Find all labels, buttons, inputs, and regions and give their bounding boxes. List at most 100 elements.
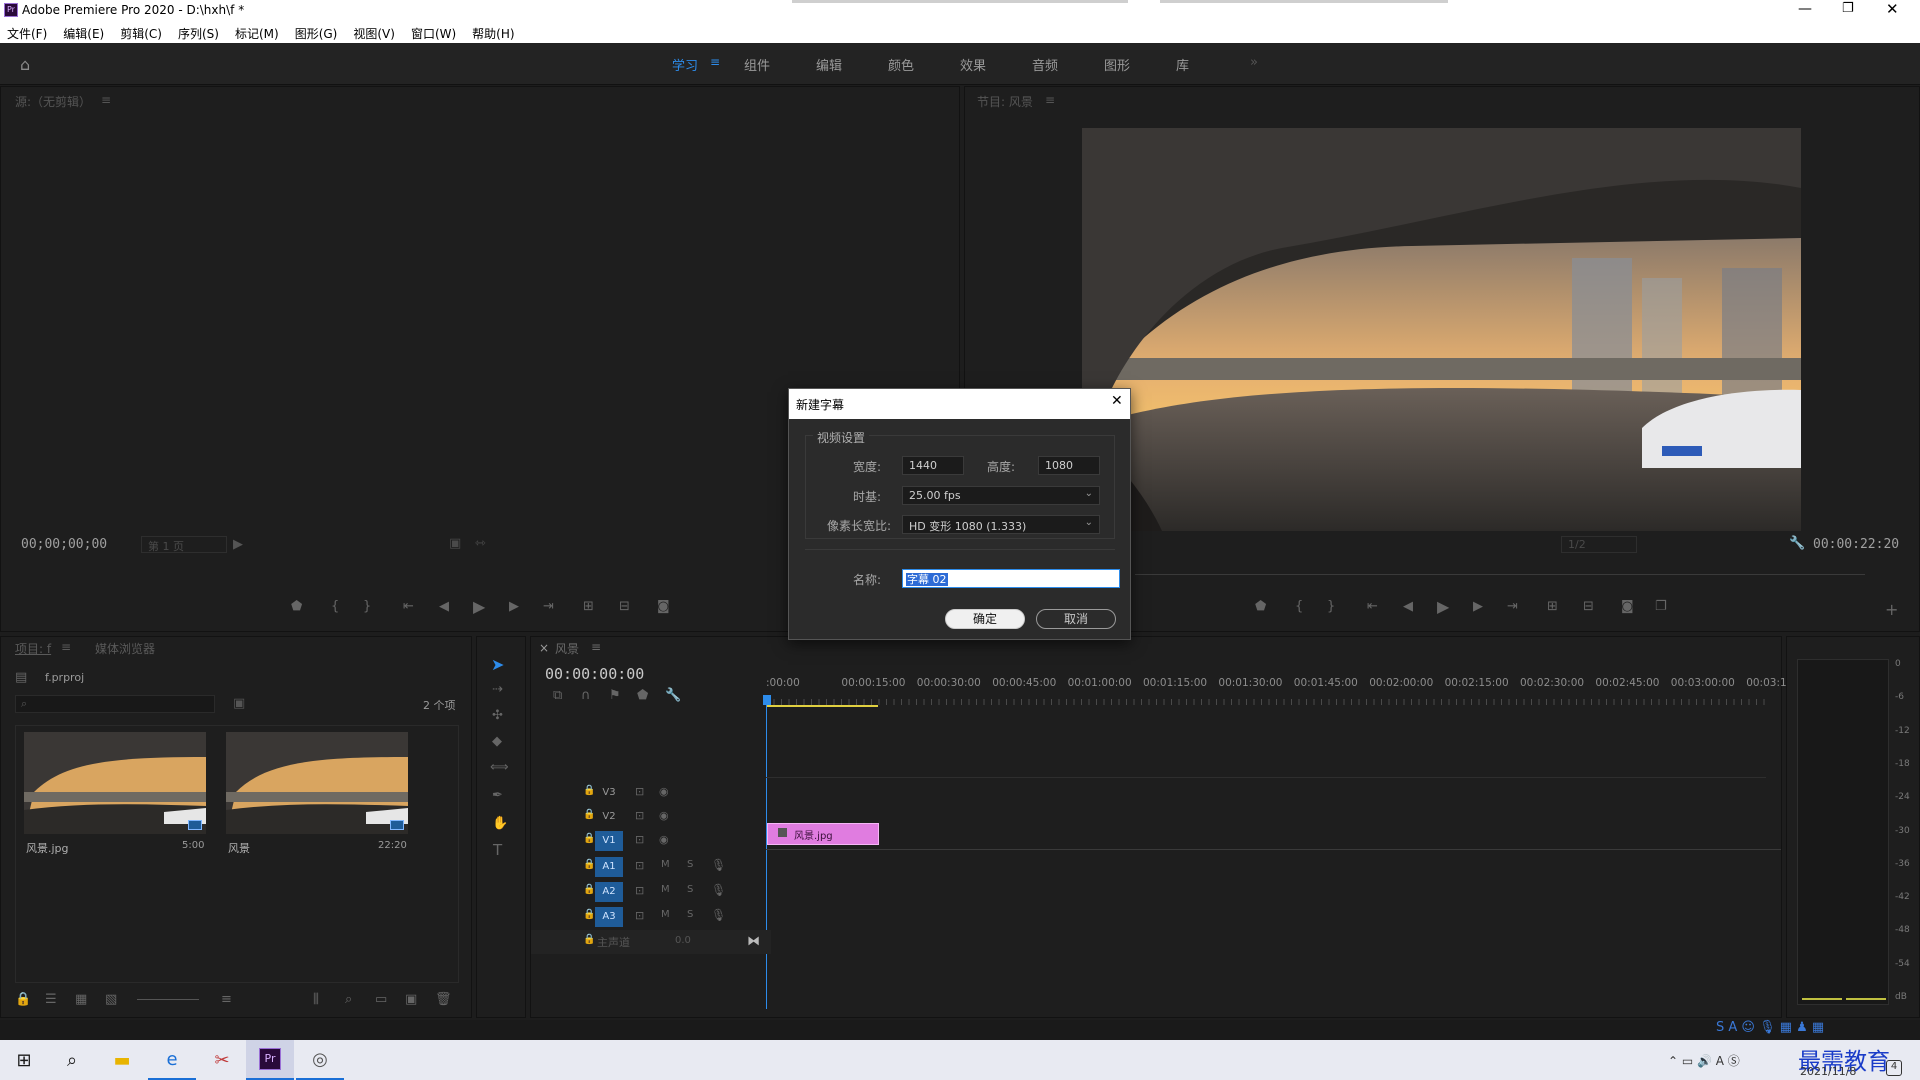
more-workspaces-icon[interactable]: » [1250,55,1258,70]
sequence-tab[interactable]: 风景 [555,640,579,657]
go-to-out-icon[interactable]: ⇥ [1507,600,1518,613]
source-timecode[interactable]: 00;00;00;00 [21,537,107,552]
eye-icon[interactable]: ◉ [659,810,669,821]
new-bin-icon[interactable]: ▭ [375,993,387,1006]
workspace-editing[interactable]: 编辑 [816,55,842,74]
go-to-end-icon[interactable]: ⧓ [747,935,760,948]
program-timecode[interactable]: 00:00:22:20 [1813,537,1899,552]
go-to-out-icon[interactable]: ⇥ [543,600,554,613]
overwrite-icon[interactable]: ⊟ [619,600,630,613]
menu-help[interactable]: 帮助(H) [472,25,514,42]
sync-lock-icon[interactable]: ⊡ [635,786,644,797]
width-input[interactable]: 1440 [902,456,964,475]
mute-icon[interactable]: M [661,860,670,870]
panel-menu-icon[interactable]: ≡ [61,640,71,654]
play-small-icon[interactable]: ▶ [233,538,243,551]
hand-tool-icon[interactable]: ✋ [492,817,508,830]
comparison-view-icon[interactable]: ❐ [1655,600,1667,613]
add-marker-icon[interactable]: ⚑ [609,689,621,702]
workspace-audio[interactable]: 音频 [1032,55,1058,74]
track-label-a3[interactable]: A3 [595,907,623,927]
solo-icon[interactable]: S [687,885,693,895]
automate-to-sequence-icon[interactable]: ⫼ [313,993,319,1006]
dialog-close-icon[interactable]: ✕ [1111,393,1123,409]
edge-icon[interactable]: e [148,1040,196,1080]
button-editor-icon[interactable]: ⇿ [475,537,486,550]
icon-view-icon[interactable]: ▦ [75,993,87,1006]
menu-view[interactable]: 视图(V) [353,25,395,42]
track-label-a2[interactable]: A2 [595,882,623,902]
search-icon[interactable]: ⌕ [48,1040,96,1080]
new-bin-icon[interactable]: ▣ [233,697,245,710]
workspace-learn[interactable]: 学习 [672,55,698,74]
ime-toolbar[interactable]: S A ☺ 🎙 ▦ ♟ ▦ [1716,1020,1824,1035]
add-button-icon[interactable]: + [1885,602,1898,618]
sync-lock-icon[interactable]: ⊡ [635,910,644,921]
file-explorer-icon[interactable]: ▬ [98,1040,146,1080]
height-input[interactable]: 1080 [1038,456,1100,475]
source-monitor-title[interactable]: 源:（无剪辑） [15,93,91,110]
export-frame-icon[interactable]: ◙ [657,600,670,613]
sync-lock-icon[interactable]: ⊡ [635,860,644,871]
workspace-graphics[interactable]: 图形 [1104,55,1130,74]
work-area-bar[interactable] [766,705,878,707]
menu-sequence[interactable]: 序列(S) [178,25,219,42]
lock-icon[interactable]: 🔒 [583,786,595,796]
clock-date[interactable]: 2021/11/8 [1800,1065,1856,1078]
track-label-v2[interactable]: V2 [595,807,623,827]
sort-icon[interactable]: ≡ [221,993,232,1006]
menu-edit[interactable]: 编辑(E) [63,25,104,42]
mute-icon[interactable]: M [661,910,670,920]
play-icon[interactable]: ▶ [473,599,485,615]
trash-icon[interactable]: 🗑 [435,993,452,1006]
project-item-thumbnail[interactable] [226,732,408,834]
wrench-icon[interactable]: 🔧 [1789,537,1805,550]
insert-icon[interactable]: ⊞ [583,600,594,613]
mark-out-icon[interactable]: } [363,600,371,613]
minimize-icon[interactable]: — [1798,1,1812,17]
sync-lock-icon[interactable]: ⊡ [635,810,644,821]
project-search-input[interactable] [15,695,215,713]
freeform-view-icon[interactable]: ▧ [105,993,117,1006]
mark-in-icon[interactable]: { [331,600,339,613]
menu-marker[interactable]: 标记(M) [235,25,279,42]
snipping-icon[interactable]: ✂ [198,1040,246,1080]
ripple-edit-tool-icon[interactable]: ✣ [492,709,503,722]
solo-icon[interactable]: S [687,860,693,870]
zoom-slider[interactable] [137,999,199,1000]
program-monitor-title[interactable]: 节目: 风景 [977,93,1033,110]
slip-tool-icon[interactable]: ⟺ [490,761,509,774]
marker-icon[interactable]: ⬟ [637,689,648,702]
close-icon[interactable]: ✕ [1886,0,1899,18]
microphone-icon[interactable]: 🎙 [711,859,726,871]
mark-out-icon[interactable]: } [1327,600,1335,613]
type-tool-icon[interactable]: T [493,843,502,858]
premiere-pro-taskbar-button[interactable]: Pr [246,1040,294,1080]
workspace-assembly[interactable]: 组件 [744,55,770,74]
master-volume-value[interactable]: 0.0 [675,935,691,946]
lock-icon[interactable]: 🔒 [583,885,595,895]
extract-icon[interactable]: ⊟ [1583,600,1594,613]
time-ruler[interactable]: :00:00 00:00:15:00 00:00:30:00 00:00:45:00 0… [766,677,1797,693]
eye-icon[interactable]: ◉ [659,834,669,845]
go-to-in-icon[interactable]: ⇤ [1367,600,1378,613]
lift-icon[interactable]: ⊞ [1547,600,1558,613]
step-back-icon[interactable]: ◀ [439,600,449,613]
caption-name-input[interactable]: 字幕 02 [902,569,1120,588]
cancel-button[interactable]: 取消 [1036,609,1116,629]
razor-tool-icon[interactable]: ◆ [492,735,502,748]
page-dropdown[interactable]: 第 1 页 [141,536,227,553]
step-forward-icon[interactable]: ▶ [509,600,519,613]
timeline-clip[interactable]: 风景.jpg [767,823,879,845]
sync-lock-icon[interactable]: ⊡ [635,834,644,845]
solo-icon[interactable]: S [687,910,693,920]
tab-media-browser[interactable]: 媒体浏览器 [95,640,155,657]
menu-file[interactable]: 文件(F) [7,25,47,42]
program-mini-ruler[interactable] [1135,565,1865,575]
marker-icon[interactable]: ⬟ [1255,600,1266,613]
track-label-v3[interactable]: V3 [595,783,623,803]
go-to-in-icon[interactable]: ⇤ [403,600,414,613]
resolution-dropdown[interactable]: 1/2 [1561,536,1637,553]
close-sequence-icon[interactable]: × [539,641,549,655]
microphone-icon[interactable]: 🎙 [711,909,726,921]
